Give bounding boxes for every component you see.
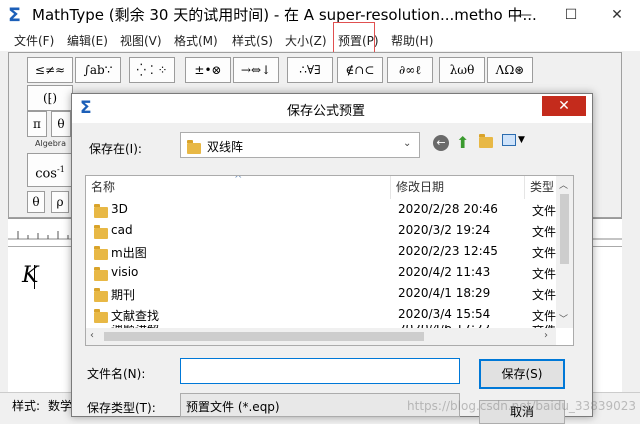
folder-icon bbox=[94, 225, 108, 240]
cos-label: cos bbox=[35, 166, 57, 182]
file-list: 名称 ^ 修改日期 类型 3D 2020/2/28 20:46 文件 cad 2… bbox=[85, 175, 574, 346]
palette-logic[interactable]: ∴∀∃ bbox=[287, 57, 333, 83]
palette-greek-lower[interactable]: λωθ bbox=[439, 57, 485, 83]
file-name: 文献查找 bbox=[111, 309, 160, 323]
file-name: 3D bbox=[111, 202, 128, 216]
filename-label: 文件名(N): bbox=[87, 367, 146, 381]
folder-icon bbox=[187, 140, 201, 155]
menu-file[interactable]: 文件(F) bbox=[14, 33, 54, 49]
file-row[interactable]: visio 2020/4/2 11:43 文件 bbox=[86, 262, 556, 283]
menu-edit[interactable]: 编辑(E) bbox=[67, 33, 108, 49]
file-name: cad bbox=[111, 223, 133, 237]
view-chevron-icon[interactable]: ▼ bbox=[518, 135, 525, 145]
folder-icon bbox=[94, 267, 108, 282]
dialog-close-button[interactable]: ✕ bbox=[542, 96, 586, 116]
file-row[interactable]: cad 2020/3/2 19:24 文件 bbox=[86, 220, 556, 241]
tab-algebra[interactable]: Algebra bbox=[35, 139, 66, 148]
file-type: 文件 bbox=[532, 288, 557, 302]
vertical-scrollbar[interactable]: ︿ ﹀ bbox=[556, 176, 573, 328]
palette-spaces[interactable]: ∫ab∵ bbox=[75, 57, 121, 83]
close-button[interactable]: ✕ bbox=[594, 0, 640, 31]
folder-icon bbox=[94, 204, 108, 219]
file-type: 文件 bbox=[532, 267, 557, 281]
palette-theta[interactable]: θ bbox=[51, 111, 71, 137]
file-date: 2020/3/2 19:24 bbox=[398, 223, 491, 237]
dialog-logo-icon: Σ bbox=[80, 98, 92, 118]
back-icon[interactable]: ← bbox=[433, 135, 449, 151]
horizontal-scroll-thumb[interactable] bbox=[104, 332, 424, 341]
file-row[interactable]: m出图 2020/2/23 12:45 文件 bbox=[86, 241, 556, 262]
small-rho-button[interactable]: ρ bbox=[51, 191, 69, 213]
file-name: 期刊 bbox=[111, 288, 136, 302]
file-type: 文件 bbox=[532, 309, 557, 323]
chevron-down-icon: ⌄ bbox=[403, 138, 412, 149]
menu-view[interactable]: 视图(V) bbox=[120, 33, 162, 49]
palette-sets[interactable]: ∉∩⊂ bbox=[337, 57, 383, 83]
folder-icon bbox=[94, 246, 108, 261]
scroll-up-icon[interactable]: ︿ bbox=[559, 178, 568, 191]
style-value: 数学 bbox=[48, 399, 73, 413]
new-folder-icon[interactable] bbox=[479, 134, 493, 149]
file-name: visio bbox=[111, 265, 139, 279]
file-date: 2020/4/2 11:43 bbox=[398, 265, 491, 279]
scroll-left-icon[interactable]: ‹ bbox=[90, 330, 94, 341]
save-button[interactable]: 保存(S) bbox=[479, 359, 565, 389]
scroll-right-icon[interactable]: › bbox=[544, 330, 548, 341]
file-date: 2020/2/23 12:45 bbox=[398, 244, 498, 258]
small-theta-button[interactable]: θ bbox=[27, 191, 45, 213]
file-date: 2020/2/28 20:46 bbox=[398, 202, 498, 216]
up-folder-icon[interactable]: ⬆ bbox=[456, 133, 469, 152]
title-bar: Σ MathType (剩余 30 天的试用时间) - 在 A super-re… bbox=[0, 0, 640, 31]
watermark: https://blog.csdn.net/baidu_33839023 bbox=[407, 399, 636, 413]
window-title: MathType (剩余 30 天的试用时间) - 在 A super-reso… bbox=[32, 6, 537, 24]
file-date: 2020/3/4 15:54 bbox=[398, 307, 491, 321]
maximize-button[interactable]: ☐ bbox=[548, 0, 594, 31]
file-type: 文件 bbox=[532, 204, 557, 218]
vertical-scroll-thumb[interactable] bbox=[560, 194, 569, 264]
file-type: 文件 bbox=[532, 225, 557, 239]
palette-operators[interactable]: ±•⊗ bbox=[185, 57, 231, 83]
file-type: 文件 bbox=[532, 246, 557, 260]
filename-input[interactable] bbox=[180, 358, 460, 384]
file-row[interactable]: 3D 2020/2/28 20:46 文件 bbox=[86, 199, 556, 220]
minimize-button[interactable]: — bbox=[502, 0, 548, 31]
palette-arrows[interactable]: →⇔↓ bbox=[233, 57, 279, 83]
palette-pi[interactable]: π bbox=[27, 111, 47, 137]
palette-relations[interactable]: ≤≠≈ bbox=[27, 57, 73, 83]
sort-ascending-icon: ^ bbox=[234, 175, 243, 185]
column-header-date[interactable]: 修改日期 bbox=[391, 176, 525, 199]
menu-size[interactable]: 大小(Z) bbox=[285, 33, 327, 49]
save-in-value: 双线阵 bbox=[207, 140, 244, 154]
save-preferences-dialog: Σ 保存公式预置 ✕ 保存在(I): 双线阵 ⌄ ← ⬆ ▼ 名称 ^ 修改日期… bbox=[71, 93, 593, 424]
file-date: 2020/4/1 18:29 bbox=[398, 286, 491, 300]
file-row[interactable]: 文献查找 2020/3/4 15:54 文件 bbox=[86, 304, 556, 325]
save-in-label: 保存在(I): bbox=[89, 142, 142, 156]
palette-greek-upper[interactable]: ΛΩ⊛ bbox=[487, 57, 533, 83]
dialog-title: 保存公式预置 bbox=[287, 104, 366, 119]
horizontal-scrollbar[interactable]: ‹ › bbox=[86, 328, 556, 345]
menu-help[interactable]: 帮助(H) bbox=[391, 33, 433, 49]
file-row[interactable]: 期刊 2020/4/1 18:29 文件 bbox=[86, 283, 556, 304]
folder-icon bbox=[94, 288, 108, 303]
style-label: 样式: bbox=[12, 399, 41, 413]
view-menu-icon[interactable] bbox=[502, 134, 516, 146]
mathtype-logo-icon: Σ bbox=[8, 4, 21, 26]
menu-bar: 文件(F) 编辑(E) 视图(V) 格式(M) 样式(S) 大小(Z) 预置(P… bbox=[0, 31, 640, 51]
scroll-down-icon[interactable]: ﹀ bbox=[559, 312, 568, 325]
palette-misc[interactable]: ∂∞ℓ bbox=[387, 57, 433, 83]
folder-icon bbox=[94, 309, 108, 324]
menu-style[interactable]: 样式(S) bbox=[232, 33, 273, 49]
equation-variable: K bbox=[22, 263, 39, 288]
filetype-value: 预置文件 (*.eqp) bbox=[186, 400, 280, 414]
palette-fences[interactable]: (⁅) bbox=[27, 85, 73, 111]
dialog-title-bar: Σ 保存公式预置 ✕ bbox=[72, 94, 592, 123]
file-name: m出图 bbox=[111, 246, 147, 260]
palette-embellishments[interactable]: ⁛ ⁚ ⁘ bbox=[129, 57, 175, 83]
save-in-dropdown[interactable]: 双线阵 ⌄ bbox=[180, 132, 420, 158]
template-cos[interactable]: cos-1 bbox=[27, 153, 73, 187]
menu-format[interactable]: 格式(M) bbox=[174, 33, 218, 49]
text-cursor bbox=[34, 265, 35, 289]
filetype-label: 保存类型(T): bbox=[87, 401, 156, 415]
